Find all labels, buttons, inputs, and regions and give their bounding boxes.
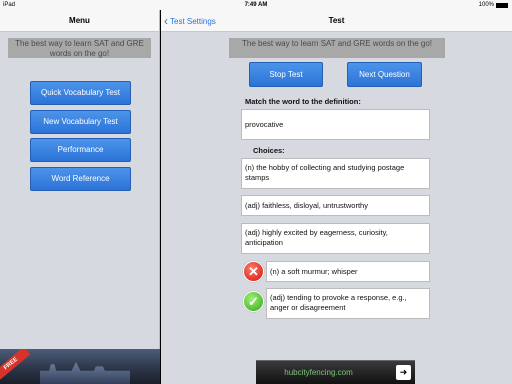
battery-icon <box>496 2 508 8</box>
free-badge: FREE <box>0 349 31 382</box>
word-display: provocative <box>241 109 430 140</box>
battery-status: 100% <box>479 2 508 8</box>
test-tagline: The best way to learn SAT and GRE words … <box>229 38 445 58</box>
performance-button[interactable]: Performance <box>30 138 131 162</box>
menu-title: Menu <box>0 10 159 32</box>
ad-link-text[interactable]: hubcityfencing.com <box>256 368 381 377</box>
question-prompt: Match the word to the definition: <box>245 97 361 106</box>
quick-vocabulary-test-button[interactable]: Quick Vocabulary Test <box>30 81 131 105</box>
test-header: Test ‹ Test Settings <box>161 10 512 32</box>
battery-percent: 100% <box>478 2 494 8</box>
choice-item[interactable]: (n) a soft murmur; whisper <box>266 261 430 282</box>
back-button[interactable]: ‹ Test Settings <box>164 10 216 32</box>
ad-banner-right[interactable]: hubcityfencing.com ➜ <box>256 360 415 384</box>
ad-banner-left[interactable]: FREE <box>0 349 160 384</box>
chevron-left-icon: ‹ <box>164 14 168 28</box>
word-reference-button[interactable]: Word Reference <box>30 167 131 191</box>
choice-item[interactable]: (n) the hobby of collecting and studying… <box>241 158 430 189</box>
wrong-answer-icon: ✕ <box>243 261 264 282</box>
choice-item[interactable]: (adj) faithless, disloyal, untrustworthy <box>241 195 430 216</box>
stop-test-button[interactable]: Stop Test <box>249 62 323 87</box>
test-pane: Test ‹ Test Settings The best way to lea… <box>161 10 512 384</box>
correct-answer-icon: ✓ <box>243 291 264 312</box>
next-question-button[interactable]: Next Question <box>347 62 422 87</box>
arrow-right-icon[interactable]: ➜ <box>396 365 411 380</box>
status-bar: iPad 7:49 AM 100% <box>0 0 512 10</box>
clock: 7:49 AM <box>244 2 268 8</box>
choice-item[interactable]: (adj) highly excited by eagerness, curio… <box>241 223 430 254</box>
menu-tagline: The best way to learn SAT and GRE words … <box>8 38 151 58</box>
choices-label: Choices: <box>253 146 285 155</box>
castle-artwork <box>40 362 130 384</box>
new-vocabulary-test-button[interactable]: New Vocabulary Test <box>30 110 131 134</box>
choice-item[interactable]: (adj) tending to provoke a response, e.g… <box>266 288 430 319</box>
menu-pane: Menu The best way to learn SAT and GRE w… <box>0 10 160 384</box>
back-button-label: Test Settings <box>170 16 216 26</box>
